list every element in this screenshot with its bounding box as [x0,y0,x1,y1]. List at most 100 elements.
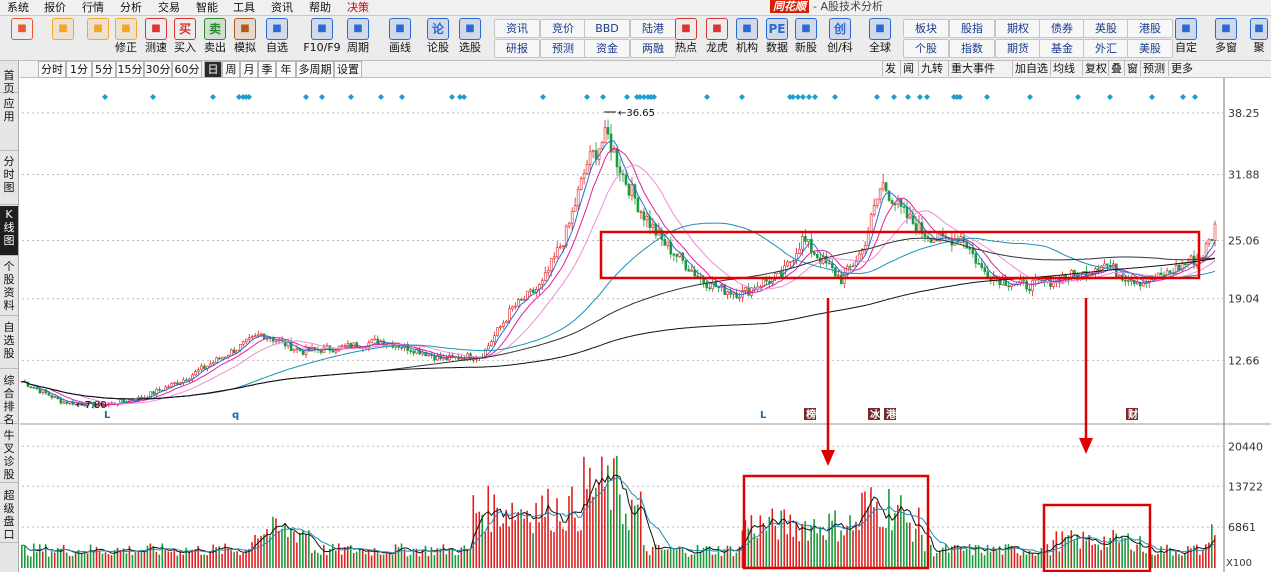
volume-bar [376,552,379,568]
period-tab-1[interactable]: 1分 [66,61,92,78]
volume-bar [47,556,50,568]
menu-item-0[interactable]: 系统 [7,0,29,15]
sidebar-item-8[interactable]: 超级盘口 [0,487,18,543]
sidebar-item-7[interactable]: 牛叉诊股 [0,427,18,483]
sidebar-item-3[interactable]: K线图 [0,206,18,256]
period-tab-3[interactable]: 15分 [116,61,144,78]
right-tool-8[interactable]: 窗 [1124,61,1138,76]
period-tab-2[interactable]: 5分 [92,61,116,78]
volume-bar [1073,540,1076,568]
toolbar-text-btn[interactable]: 外汇 [1083,39,1129,58]
menu-item-7[interactable]: 资讯 [271,0,293,15]
toolbar-text-btn[interactable]: BBD [584,19,630,38]
event-marker[interactable]: 冰 [870,408,881,421]
sidebar-item-0[interactable]: 首页 [0,67,18,95]
menu-item-1[interactable]: 报价 [44,0,66,15]
menu-item-3[interactable]: 分析 [120,0,142,15]
right-tool-0[interactable]: 发 [882,61,896,76]
toolbar-text-btn[interactable]: 美股 [1127,39,1173,58]
toolbar-btn-updown-arrow[interactable]: ■ [84,18,112,58]
period-tab-10[interactable]: 年 [276,61,296,78]
right-tool-4[interactable]: 加自选 [1012,61,1048,76]
toolbar-btn-more[interactable]: ■ 聚 [1248,18,1270,58]
toolbar-btn-multiwindow[interactable]: ■ 多窗 [1212,18,1240,58]
toolbar-btn-star[interactable]: ■ 自选 [263,18,291,58]
toolbar-btn-select[interactable]: ■ 选股 [456,18,484,58]
toolbar-btn-sell[interactable]: 卖卖出 [201,18,229,58]
menu-item-4[interactable]: 交易 [158,0,180,15]
toolbar-btn-chuang[interactable]: 创创/科 [823,18,857,58]
toolbar-text-btn[interactable]: 期权 [995,19,1041,38]
right-tool-2[interactable]: 九转 [918,61,943,76]
toolbar-text-btn[interactable]: 资金 [584,39,630,58]
toolbar-btn-dragon[interactable]: ■ 龙虎 [703,18,731,58]
right-tool-10[interactable]: 更多 [1168,61,1193,76]
period-tab-5[interactable]: 60分 [172,61,202,78]
toolbar-text-btn[interactable]: 竞价 [540,19,586,38]
menu-item-9[interactable]: 决策 [347,0,369,15]
period-tab-12[interactable]: 设置 [334,61,362,78]
period-tab-9[interactable]: 季 [258,61,276,78]
toolbar-text-btn[interactable]: 陆港 [630,19,676,38]
toolbar-btn-back-arrow[interactable]: ■ [49,18,77,58]
toolbar-btn-f10[interactable]: ■ F10/F9 [302,18,342,58]
candle-body [517,299,520,307]
toolbar-btn-correct[interactable]: ■ 修正 [112,18,140,58]
toolbar-btn-custom[interactable]: ■ 自定 [1172,18,1200,58]
sidebar-item-6[interactable]: 综合排名 [0,372,18,426]
period-tab-7[interactable]: 周 [222,61,240,78]
toolbar-btn-buy[interactable]: 买买入 [171,18,199,58]
toolbar-text-btn[interactable]: 指数 [949,39,995,58]
toolbar-btn-pe[interactable]: PE 数据 [763,18,791,58]
period-tab-0[interactable]: 分时 [38,61,66,78]
period-tab-6[interactable]: 日 [204,61,222,78]
toolbar-btn-grid[interactable]: ■ [8,18,36,58]
sidebar-item-4[interactable]: 个股资料 [0,258,18,316]
period-tab-8[interactable]: 月 [240,61,258,78]
right-tool-1[interactable]: 闻 [900,61,914,76]
menu-item-2[interactable]: 行情 [82,0,104,15]
menu-item-5[interactable]: 智能 [196,0,218,15]
event-marker[interactable]: q [232,410,239,421]
toolbar-text-btn[interactable]: 股指 [949,19,995,38]
kline-chart[interactable]: 38.25 31.88 25.06 19.04 12.66 20440 13722 6861 X… [20,78,1271,572]
event-marker[interactable]: 港 [886,408,897,421]
sidebar-item-1[interactable]: 应用 [0,95,18,151]
toolbar-btn-clock[interactable]: ■ 周期 [344,18,372,58]
right-tool-6[interactable]: 复权 [1082,61,1107,76]
toolbar-text-btn[interactable]: 两融 [630,39,676,58]
event-marker[interactable]: 榜 [806,408,816,421]
toolbar-btn-pen[interactable]: ■ 画线 [386,18,414,58]
toolbar-text-btn[interactable]: 研报 [494,39,540,58]
toolbar-btn-newstock[interactable]: ■ 新股 [792,18,820,58]
menu-item-6[interactable]: 工具 [233,0,255,15]
toolbar-text-btn[interactable]: 基金 [1039,39,1085,58]
event-marker[interactable]: L [760,410,767,421]
right-tool-3[interactable]: 重大事件 [948,61,995,76]
volume-bar [164,550,167,568]
toolbar-text-btn[interactable]: 债券 [1039,19,1085,38]
toolbar-text-btn[interactable]: 期货 [995,39,1041,58]
sidebar-item-2[interactable]: 分时图 [0,153,18,205]
toolbar-text-btn[interactable]: 个股 [903,39,949,58]
right-tool-9[interactable]: 预测 [1140,61,1165,76]
period-tab-4[interactable]: 30分 [144,61,172,78]
toolbar-text-btn[interactable]: 板块 [903,19,949,38]
toolbar-btn-hammer[interactable]: ■ 模拟 [231,18,259,58]
toolbar-text-btn[interactable]: 预测 [540,39,586,58]
menu-item-8[interactable]: 帮助 [309,0,331,15]
toolbar-btn-hot[interactable]: ■ 热点 [672,18,700,58]
toolbar-btn-speed[interactable]: ■ 测速 [142,18,170,58]
right-tool-7[interactable]: 叠 [1108,61,1122,76]
toolbar-text-btn[interactable]: 资讯 [494,19,540,38]
event-marker[interactable]: L [104,410,111,421]
toolbar-text-btn[interactable]: 英股 [1083,19,1129,38]
event-marker[interactable]: 财 [1127,408,1138,421]
sidebar-item-5[interactable]: 自选股 [0,319,18,369]
toolbar-btn-globe[interactable]: ■ 全球 [866,18,894,58]
period-tab-11[interactable]: 多周期 [296,61,334,78]
toolbar-text-btn[interactable]: 港股 [1127,19,1173,38]
toolbar-btn-discuss[interactable]: 论论股 [424,18,452,58]
toolbar-btn-bank[interactable]: ■ 机构 [733,18,761,58]
right-tool-5[interactable]: 均线 [1050,61,1075,76]
